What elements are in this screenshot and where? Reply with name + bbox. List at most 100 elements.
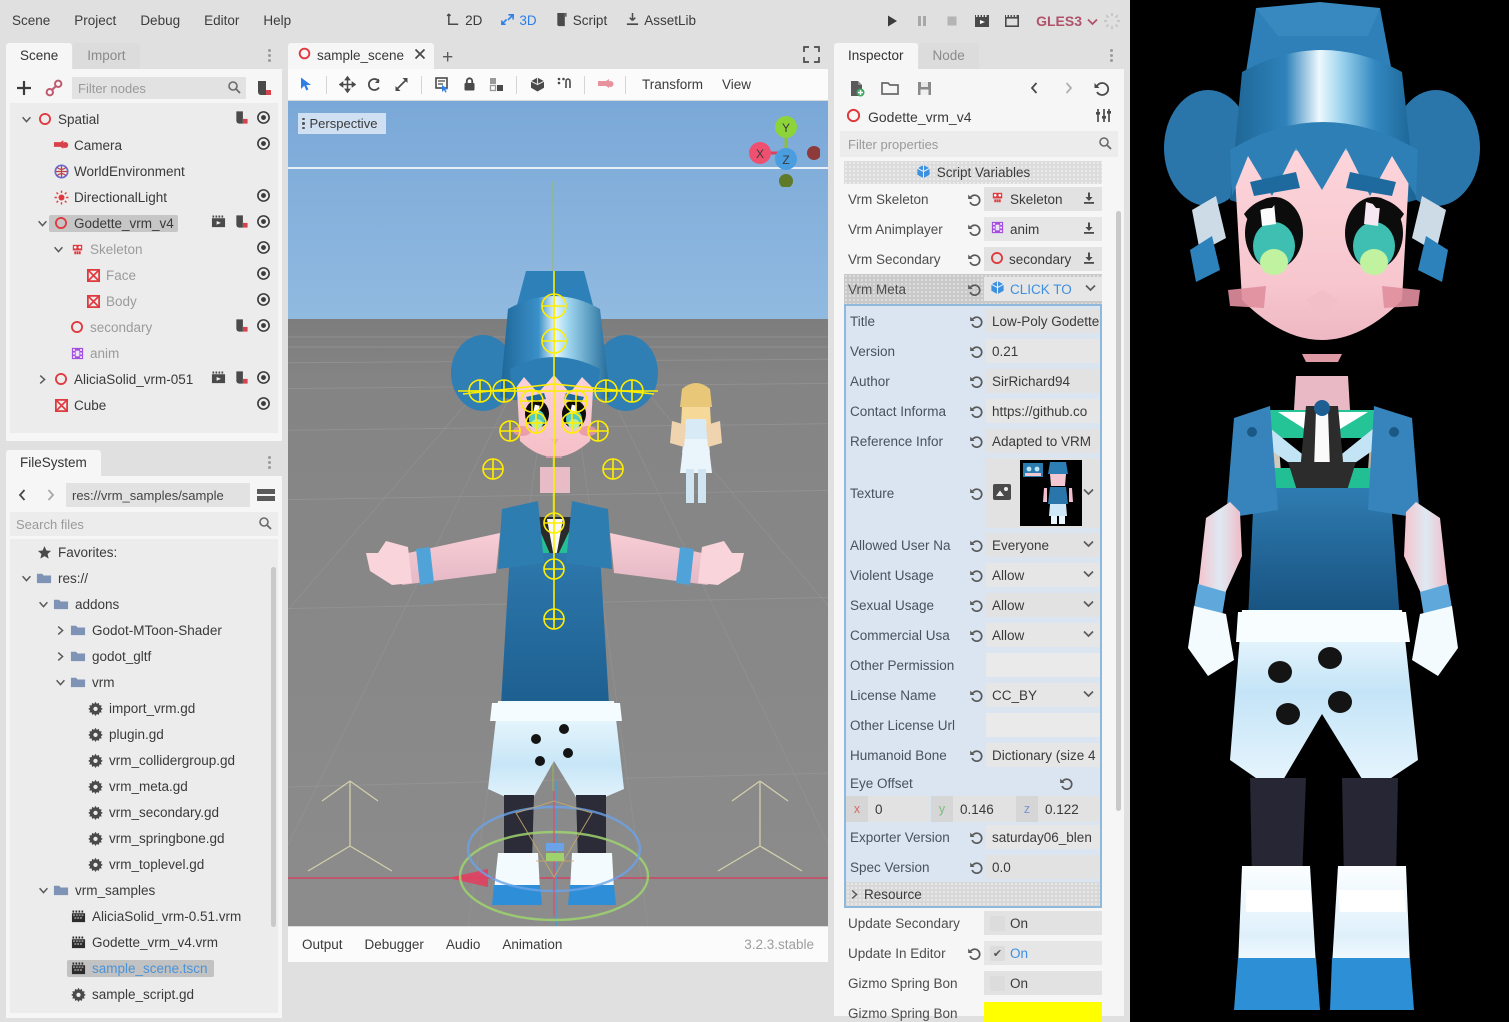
add-node-button[interactable] (12, 76, 36, 100)
property-value-update-secondary-0[interactable]: On (984, 911, 1102, 935)
filesystem-item-godot-mtoon-shader[interactable]: Godot-MToon-Shader (10, 617, 278, 643)
group-icon[interactable] (484, 73, 508, 97)
tab-inspector[interactable]: Inspector (834, 43, 918, 69)
bottom-tab-audio[interactable]: Audio (446, 937, 481, 952)
scene-tree-item-skeleton[interactable]: Skeleton (12, 236, 276, 262)
mode-3d-button[interactable]: 3D (491, 8, 545, 34)
anim-badge-icon[interactable] (210, 370, 227, 388)
stop-icon[interactable] (938, 7, 966, 35)
nav-forward-icon[interactable] (38, 483, 62, 507)
inspector-property-list[interactable]: Script Variables Vrm Skeleton Skeleton Vrm … (844, 161, 1121, 1022)
visibility-toggle-icon[interactable] (256, 136, 271, 154)
checkbox-update-in-editor-1[interactable]: ✔ (990, 945, 1005, 961)
tree-twist-icon[interactable] (54, 679, 67, 686)
revert-icon[interactable] (966, 860, 986, 874)
visibility-toggle-icon[interactable] (256, 370, 271, 388)
property-value-other-permission[interactable] (986, 653, 1100, 677)
menu-help[interactable]: Help (251, 9, 303, 32)
visibility-toggle-icon[interactable] (256, 266, 271, 284)
script-badge-icon[interactable] (234, 110, 249, 128)
scene-tab-sample-scene[interactable]: sample_scene (288, 43, 435, 69)
mode-assetlib-button[interactable]: AssetLib (616, 8, 705, 34)
scene-tree-item-cube[interactable]: Cube (12, 392, 276, 418)
menu-scene[interactable]: Scene (0, 9, 62, 32)
chevron-right-icon[interactable] (851, 887, 858, 902)
chevron-down-icon[interactable] (1083, 630, 1094, 641)
open-resource-icon[interactable] (878, 76, 902, 100)
scene-tree-item-godette-vrm-v4[interactable]: Godette_vrm_v4 (12, 210, 276, 236)
revert-icon[interactable] (966, 538, 986, 552)
pause-icon[interactable] (908, 7, 936, 35)
tab-node[interactable]: Node (918, 43, 979, 69)
filesystem-item-vrm-samples[interactable]: vrm_samples (10, 877, 278, 903)
chevron-down-icon[interactable] (1083, 488, 1094, 499)
tab-scene[interactable]: Scene (6, 43, 73, 69)
property-value-sexual-usage[interactable]: Allow (986, 593, 1100, 617)
property-value-exporter-version[interactable]: saturday06_blen (986, 825, 1100, 849)
property-value-vrm-animplayer[interactable]: anim (984, 217, 1102, 241)
filter-properties-input[interactable]: Filter properties (840, 131, 1118, 157)
filesystem-item-addons[interactable]: addons (10, 591, 278, 617)
camera-preview-icon[interactable] (593, 73, 617, 97)
property-value-title[interactable]: Low-Poly Godette (986, 309, 1100, 333)
filesystem-item-sample-scene-tscn[interactable]: sample_scene.tscn (10, 955, 278, 981)
chevron-down-icon[interactable] (1083, 690, 1094, 701)
filter-nodes-input[interactable]: Filter nodes (72, 77, 246, 99)
filesystem-item-favorites-[interactable]: Favorites: (10, 539, 278, 565)
view-axes-gizmo[interactable]: Y X Z (740, 107, 820, 187)
visibility-toggle-icon[interactable] (256, 214, 271, 232)
bottom-tab-animation[interactable]: Animation (502, 937, 562, 952)
filesystem-item-godette-vrm-v4-vrm[interactable]: Godette_vrm_v4.vrm (10, 929, 278, 955)
revert-icon[interactable] (966, 748, 986, 762)
tree-twist-icon[interactable] (20, 575, 33, 582)
filesystem-item-res-[interactable]: res:// (10, 565, 278, 591)
view-menu[interactable]: View (714, 74, 759, 95)
menu-debug[interactable]: Debug (128, 9, 192, 32)
tree-twist-icon[interactable] (20, 116, 33, 123)
property-value-contact-informa[interactable]: https://github.co (986, 399, 1100, 423)
visibility-toggle-icon[interactable] (256, 110, 271, 128)
distraction-free-mode-icon[interactable] (803, 46, 820, 66)
property-value-update-in-editor-1[interactable]: ✔ On (984, 941, 1102, 965)
tree-twist-icon[interactable] (37, 601, 50, 608)
property-value-other-license-url[interactable] (986, 713, 1100, 737)
revert-icon[interactable] (966, 344, 986, 358)
anim-badge-icon[interactable] (210, 214, 227, 232)
scene-tree-item-face[interactable]: Face (12, 262, 276, 288)
revert-icon[interactable] (1056, 776, 1076, 790)
property-value-vrm-meta[interactable]: CLICK TO (984, 277, 1102, 301)
script-badge-icon[interactable] (234, 214, 249, 232)
revert-icon[interactable] (966, 628, 986, 642)
script-badge-icon[interactable] (234, 370, 249, 388)
script-badge-icon[interactable] (234, 318, 249, 336)
mode-script-button[interactable]: Script (546, 8, 617, 34)
revert-icon[interactable] (966, 486, 986, 500)
toggle-split-mode-icon[interactable] (254, 483, 278, 507)
scene-dock-menu-icon[interactable] (262, 45, 276, 65)
assign-icon[interactable] (1082, 191, 1096, 208)
play-custom-scene-icon[interactable] (998, 7, 1026, 35)
scene-tree-item-body[interactable]: Body (12, 288, 276, 314)
tab-filesystem[interactable]: FileSystem (6, 450, 101, 476)
filesystem-dock-menu-icon[interactable] (262, 452, 276, 472)
mode-2d-button[interactable]: 2D (437, 8, 491, 34)
visibility-toggle-icon[interactable] (256, 240, 271, 258)
menu-project[interactable]: Project (62, 9, 128, 32)
tree-twist-icon[interactable] (36, 374, 49, 384)
play-scene-icon[interactable] (968, 7, 996, 35)
revert-icon[interactable] (964, 946, 984, 960)
revert-icon[interactable] (964, 282, 984, 296)
filesystem-item-godot-gltf[interactable]: godot_gltf (10, 643, 278, 669)
tree-twist-icon[interactable] (54, 651, 67, 661)
filesystem-item-vrm-toplevel-gd[interactable]: vrm_toplevel.gd (10, 851, 278, 877)
property-value-license-name[interactable]: CC_BY (986, 683, 1100, 707)
revert-icon[interactable] (966, 598, 986, 612)
revert-icon[interactable] (966, 374, 986, 388)
revert-icon[interactable] (966, 688, 986, 702)
revert-icon[interactable] (964, 252, 984, 266)
renderer-selector[interactable]: GLES3 (1028, 13, 1100, 29)
filesystem-item-import-vrm-gd[interactable]: import_vrm.gd (10, 695, 278, 721)
revert-icon[interactable] (964, 222, 984, 236)
tree-twist-icon[interactable] (36, 220, 49, 227)
forward-icon[interactable] (1056, 76, 1080, 100)
